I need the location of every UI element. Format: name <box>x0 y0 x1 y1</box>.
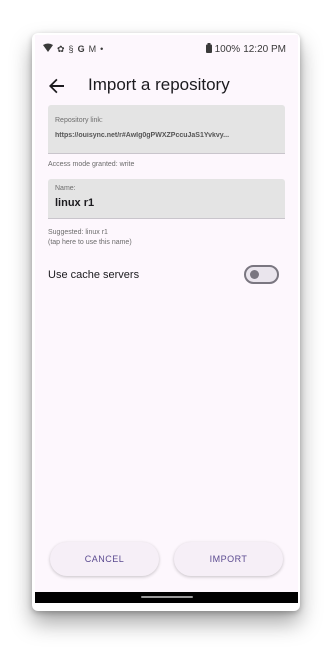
google-icon: G <box>77 43 85 54</box>
sync-icon: § <box>68 43 74 54</box>
navigation-bar <box>35 592 298 603</box>
repository-link-label: Repository link: <box>55 117 103 124</box>
name-field[interactable]: Name: linux r1 <box>48 179 285 219</box>
access-mode-text: Access mode granted: write <box>48 161 135 168</box>
cache-servers-label: Use cache servers <box>48 269 140 281</box>
settings-icon: ✿ <box>57 43 65 54</box>
name-suggestion[interactable]: Suggested: linux r1 (tap here to use thi… <box>48 228 132 248</box>
app-bar: Import a repository <box>35 72 298 100</box>
suggestion-text: Suggested: linux r1 <box>48 229 108 236</box>
import-button[interactable]: IMPORT <box>174 542 283 576</box>
repository-link-value: https://ouisync.net/r#AwIg0gPWXZPccuJaS1… <box>55 132 230 139</box>
home-handle[interactable] <box>141 596 193 598</box>
battery-icon <box>205 43 212 55</box>
name-label: Name: <box>55 185 76 192</box>
back-button[interactable] <box>45 74 69 98</box>
dot-icon: • <box>100 43 104 54</box>
arrow-left-icon <box>49 78 64 94</box>
repository-link-field[interactable]: Repository link: https://ouisync.net/r#A… <box>48 105 285 154</box>
gmail-icon: M <box>88 43 97 54</box>
phone-screen: ✿ § G M • 100% 12:20 PM Import a reposit… <box>35 35 298 603</box>
status-icons-right: 100% 12:20 PM <box>205 43 286 55</box>
page-title: Import a repository <box>88 75 230 94</box>
status-icons-left: ✿ § G M • <box>43 43 103 54</box>
suggestion-hint: (tap here to use this name) <box>48 239 132 246</box>
name-value: linux r1 <box>55 197 95 209</box>
cancel-button[interactable]: CANCEL <box>50 542 159 576</box>
status-time: 12:20 PM <box>243 43 286 55</box>
status-bar: ✿ § G M • 100% 12:20 PM <box>35 35 298 61</box>
wifi-icon <box>43 43 53 54</box>
toggle-knob <box>250 270 259 279</box>
battery-percent: 100% <box>214 43 241 55</box>
cache-servers-toggle[interactable] <box>244 265 279 284</box>
